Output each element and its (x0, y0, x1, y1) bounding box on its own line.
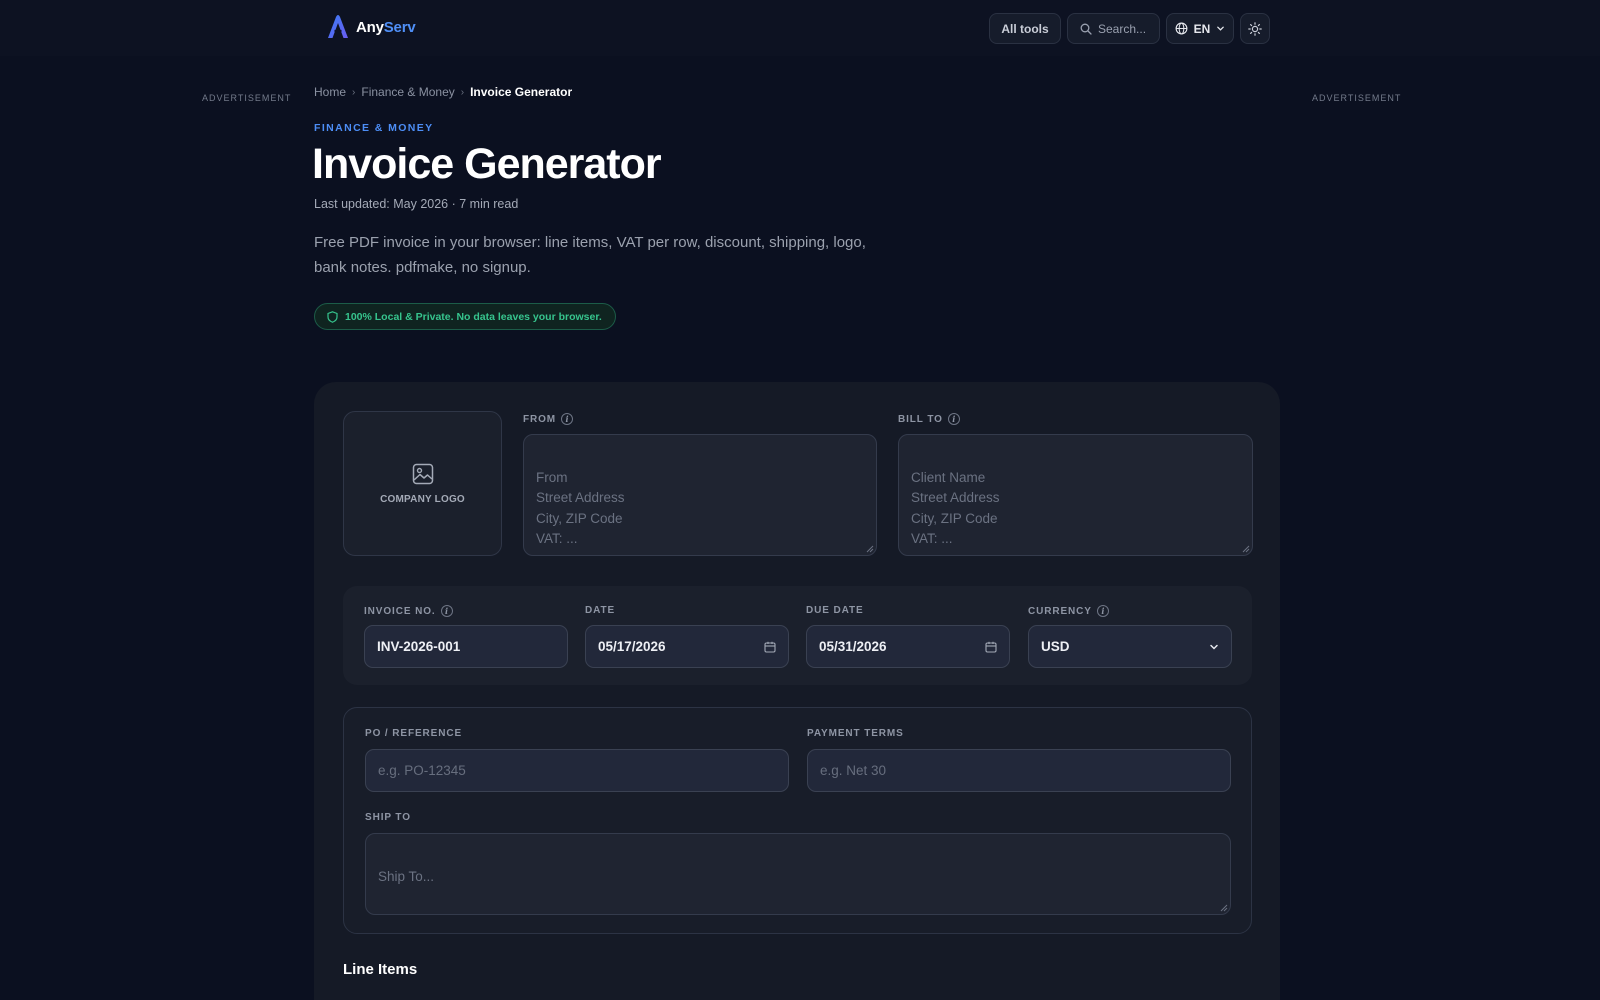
chevron-down-icon (1217, 26, 1225, 31)
advertisement-label-left: ADVERTISEMENT (202, 93, 292, 103)
search-placeholder: Search... (1098, 21, 1147, 36)
resize-handle-icon[interactable] (1242, 545, 1250, 553)
po-reference-input[interactable]: e.g. PO-12345 (365, 749, 789, 792)
breadcrumb-separator: › (352, 86, 356, 98)
from-label: FROM i (523, 413, 574, 425)
brand-name: AnyServ (356, 18, 416, 36)
advertisement-label-right: ADVERTISEMENT (1312, 93, 1402, 103)
invoice-number-label: INVOICE NO. i (364, 605, 453, 617)
breadcrumb-home-link[interactable]: Home (314, 85, 346, 99)
chevron-down-icon (1210, 644, 1218, 650)
payment-terms-label: PAYMENT TERMS (807, 728, 904, 739)
date-input[interactable]: 05/17/2026 (585, 625, 789, 668)
due-date-input[interactable]: 05/31/2026 (806, 625, 1010, 668)
resize-handle-icon[interactable] (1220, 904, 1228, 912)
ship-to-label: SHIP TO (365, 812, 411, 823)
due-date-label: DUE DATE (806, 605, 864, 616)
privacy-badge: 100% Local & Private. No data leaves you… (314, 303, 616, 330)
info-icon[interactable]: i (1096, 605, 1109, 617)
invoice-number-input[interactable]: INV-2026-001 (364, 625, 568, 668)
bill-to-label: BILL TO i (898, 413, 960, 425)
info-icon[interactable]: i (440, 605, 453, 617)
top-navigation-bar: AnyServ All tools Search... EN (0, 0, 1600, 56)
resize-handle-icon[interactable] (866, 545, 874, 553)
currency-select[interactable]: USD (1028, 625, 1232, 668)
image-icon (412, 463, 433, 484)
language-code: EN (1193, 21, 1211, 36)
language-selector[interactable]: EN (1166, 13, 1234, 44)
breadcrumb: Home › Finance & Money › Invoice Generat… (314, 85, 572, 99)
company-logo-label: COMPANY LOGO (380, 493, 465, 505)
info-icon[interactable]: i (561, 413, 574, 425)
brand-logo[interactable]: AnyServ (326, 14, 416, 40)
breadcrumb-category-link[interactable]: Finance & Money (361, 85, 454, 99)
ship-to-placeholder: Ship To... (378, 868, 435, 884)
breadcrumb-separator: › (460, 86, 465, 98)
shield-icon (327, 310, 338, 323)
theme-toggle-button[interactable] (1240, 13, 1270, 44)
sun-icon (1248, 21, 1262, 36)
company-logo-upload[interactable]: COMPANY LOGO (343, 411, 502, 556)
po-reference-label: PO / REFERENCE (365, 728, 463, 739)
search-icon (1080, 23, 1092, 35)
from-placeholder: From Street Address City, ZIP Code VAT: … (536, 469, 625, 547)
category-kicker: FINANCE & MONEY (314, 122, 434, 134)
from-textarea[interactable]: From Street Address City, ZIP Code VAT: … (523, 434, 877, 556)
calendar-icon[interactable] (764, 641, 776, 653)
breadcrumb-current: Invoice Generator (470, 85, 573, 99)
privacy-badge-text: 100% Local & Private. No data leaves you… (345, 310, 602, 323)
currency-label: CURRENCY i (1028, 605, 1109, 617)
brand-mark-icon (328, 15, 348, 38)
search-button[interactable]: Search... (1067, 13, 1160, 44)
calendar-icon[interactable] (985, 641, 997, 653)
info-icon[interactable]: i (947, 413, 960, 425)
page-title: Invoice Generator (312, 140, 662, 188)
page-meta: Last updated: May 2026 · 7 min read (314, 197, 519, 211)
bill-to-placeholder: Client Name Street Address City, ZIP Cod… (911, 469, 1000, 547)
bill-to-textarea[interactable]: Client Name Street Address City, ZIP Cod… (898, 434, 1253, 556)
globe-icon (1175, 22, 1188, 35)
page-description: Free PDF invoice in your browser: line i… (314, 234, 866, 276)
ship-to-textarea[interactable]: Ship To... (365, 833, 1231, 915)
payment-terms-input[interactable]: e.g. Net 30 (807, 749, 1231, 792)
line-items-heading: Line Items (343, 961, 418, 978)
date-label: DATE (585, 605, 616, 616)
all-tools-button[interactable]: All tools (989, 13, 1061, 44)
